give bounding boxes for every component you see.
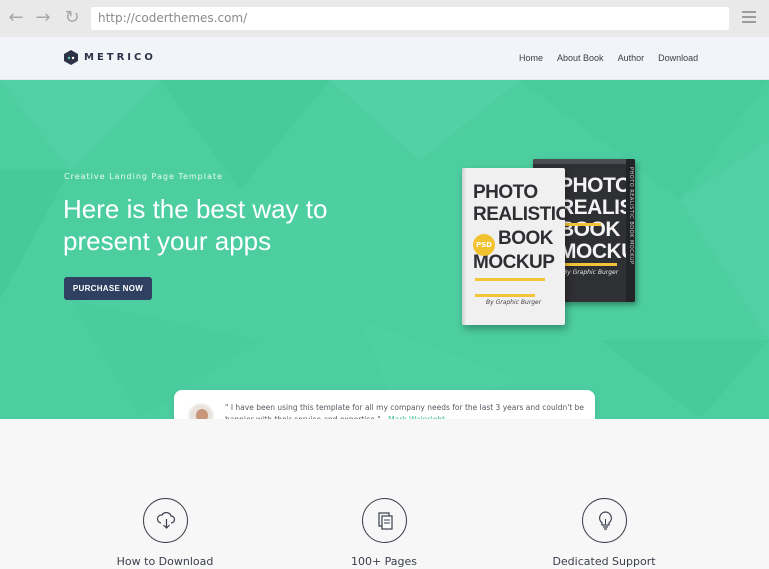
feature-label: How to Download [116, 555, 214, 568]
site-navbar: METRICO Home About Book Author Download [0, 37, 769, 80]
arrow-left-icon[interactable]: ← [6, 8, 26, 28]
site-logo[interactable]: METRICO [64, 50, 156, 65]
feature-label: 100+ Pages [350, 555, 418, 568]
hexagon-logo-icon [64, 50, 78, 65]
feature-how-to-download: How to Download [100, 498, 230, 568]
feature-label: Dedicated Support [552, 555, 656, 568]
logo-text: METRICO [84, 52, 156, 63]
cloud-download-icon [142, 498, 188, 543]
hero-section: Creative Landing Page Template Here is t… [0, 80, 769, 419]
features-section: How to Download 100+ Pages Dedicated Sup… [0, 419, 769, 569]
book-back-author: By Graphic Burger [563, 269, 619, 276]
address-bar[interactable]: http://coderthemes.com/ [91, 7, 729, 30]
nav-links: Home About Book Author Download [519, 53, 712, 63]
arrow-right-icon[interactable]: → [33, 8, 53, 28]
hero-headline: Here is the best way to present your app… [63, 194, 328, 256]
reload-icon[interactable]: ↻ [62, 8, 82, 28]
feature-pages: 100+ Pages [319, 498, 449, 568]
documents-icon [361, 498, 407, 543]
nav-link-download[interactable]: Download [658, 53, 698, 63]
book-front-title-2: REALISTIC [473, 204, 565, 225]
nav-link-about-book[interactable]: About Book [557, 53, 604, 63]
hamburger-menu-icon[interactable] [742, 11, 756, 25]
hero-kicker: Creative Landing Page Template [64, 172, 223, 181]
book-spine-text: PHOTO REALISTIC BOOK MOCKUP [628, 167, 634, 265]
lightbulb-icon [581, 498, 627, 543]
nav-link-home[interactable]: Home [519, 53, 543, 63]
book-front-title-1: PHOTO [473, 182, 538, 203]
book-front-title-3: BOOK [498, 228, 554, 249]
book-front-author: By Graphic Burger [486, 299, 542, 306]
nav-link-author[interactable]: Author [618, 53, 645, 63]
book-back-title: PHOTO REALISTIC BOOK MOCKUP [559, 174, 635, 263]
feature-dedicated-support: Dedicated Support [539, 498, 669, 568]
psd-badge: PSD [473, 234, 495, 256]
book-mockup-light: PHOTO REALISTIC BOOK MOCKUP PSD By Graph… [462, 168, 565, 325]
purchase-now-button[interactable]: PURCHASE NOW [64, 277, 152, 300]
browser-toolbar: ← → ↻ http://coderthemes.com/ [0, 0, 769, 37]
